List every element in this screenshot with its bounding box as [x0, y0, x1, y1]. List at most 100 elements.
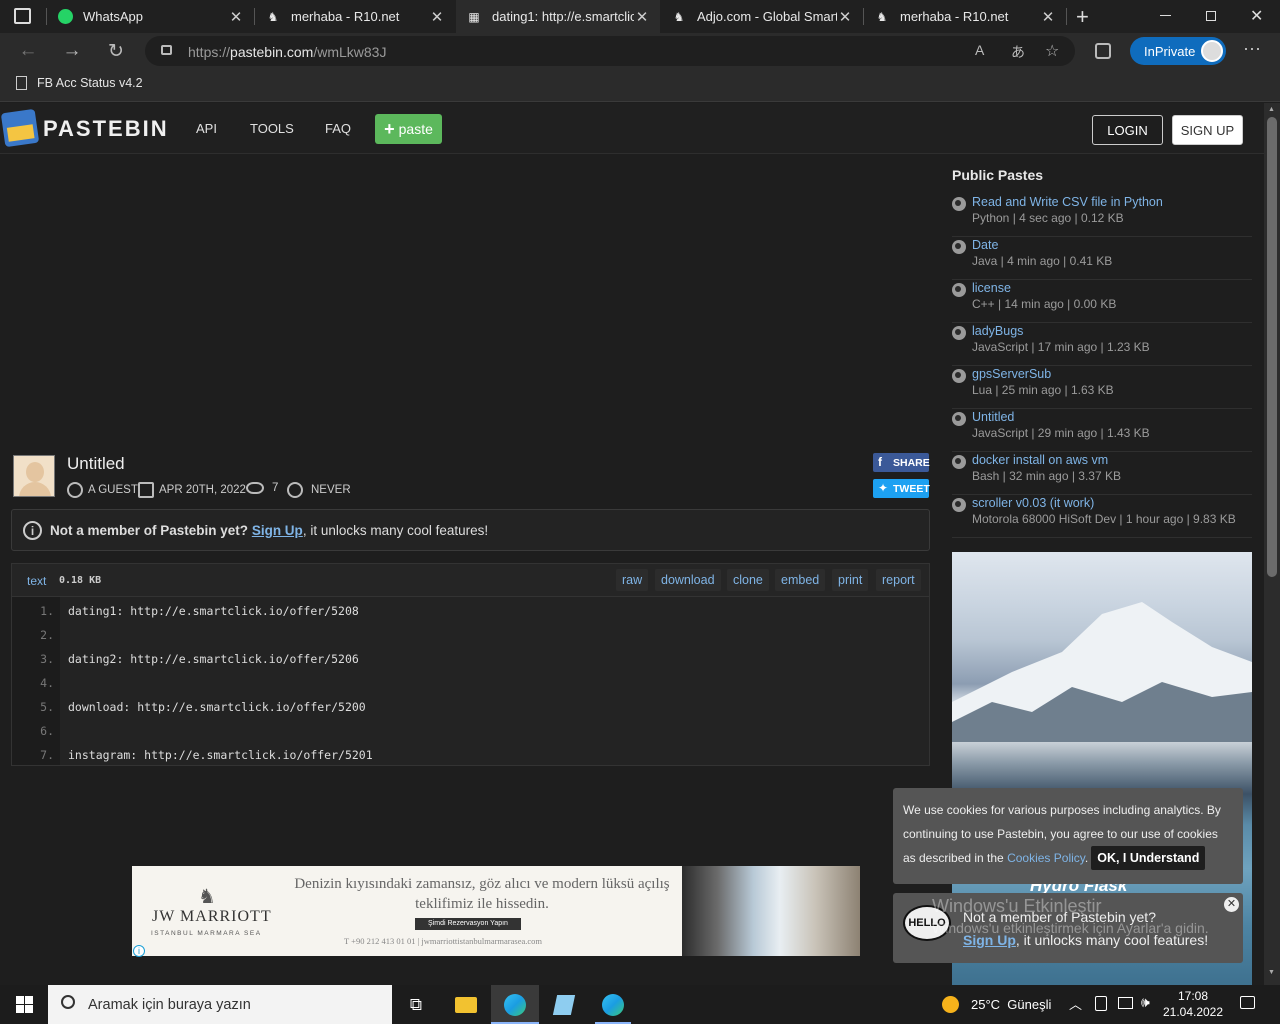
read-aloud-icon[interactable]: A — [975, 42, 984, 58]
public-paste-item[interactable]: Date Java | 4 min ago | 0.41 KB — [952, 237, 1252, 280]
download-button[interactable]: download — [655, 569, 721, 591]
code-line: 2. — [12, 623, 929, 647]
report-button[interactable]: report — [876, 569, 921, 591]
refresh-icon[interactable]: ↻ — [102, 37, 130, 65]
line-text[interactable]: dating2: http://e.smartclick.io/offer/52… — [68, 652, 359, 666]
notepad-icon[interactable] — [550, 991, 578, 1019]
favorite-icon[interactable]: ☆ — [1045, 41, 1059, 61]
line-number: 2. — [40, 628, 54, 642]
inprivate-button[interactable]: InPrivate — [1130, 37, 1226, 65]
code-line: 1. dating1: http://e.smartclick.io/offer/… — [12, 599, 929, 623]
close-icon[interactable]: ✕ — [837, 8, 853, 26]
new-tab-icon[interactable]: + — [1076, 4, 1089, 30]
tab-r10-2[interactable]: ♞ merhaba - R10.net ✕ — [864, 0, 1066, 33]
weather-widget[interactable]: 25°C Güneşli — [942, 996, 1051, 1013]
close-icon[interactable]: ✕ — [634, 8, 650, 26]
public-paste-title[interactable]: docker install on aws vm — [972, 453, 1108, 467]
public-paste-item[interactable]: Untitled JavaScript | 29 min ago | 1.43 K… — [952, 409, 1252, 452]
translate-icon[interactable]: あ — [1011, 42, 1025, 62]
public-paste-title[interactable]: Date — [972, 238, 998, 252]
back-icon[interactable]: ← — [14, 37, 42, 65]
task-view-icon[interactable]: ⧉ — [402, 991, 430, 1019]
print-button[interactable]: print — [832, 569, 869, 591]
windows-start-icon[interactable] — [16, 996, 33, 1013]
close-icon[interactable]: ✕ — [1224, 897, 1239, 912]
scrollbar-thumb[interactable] — [1267, 117, 1277, 577]
facebook-icon: f — [878, 455, 882, 469]
globe-icon — [952, 412, 966, 426]
tab-r10[interactable]: ♞ merhaba - R10.net ✕ — [255, 0, 455, 33]
paste-title: Untitled — [67, 454, 125, 473]
site-header: PASTEBIN API TOOLS FAQ + paste LOGIN SIG… — [0, 103, 1264, 154]
public-paste-item[interactable]: gpsServerSub Lua | 25 min ago | 1.63 KB — [952, 366, 1252, 409]
paste-author[interactable]: A GUEST — [67, 482, 138, 498]
restore-icon[interactable] — [1206, 11, 1216, 21]
code-line: 5. download: http://e.smartclick.io/offer… — [12, 695, 929, 719]
line-number: 7. — [40, 748, 54, 762]
pastebin-logo-icon[interactable] — [0, 108, 40, 148]
syntax-link[interactable]: text — [27, 574, 46, 588]
page-scrollbar[interactable]: ▲ ▼ — [1264, 103, 1280, 985]
line-text[interactable]: download: http://e.smartclick.io/offer/5… — [68, 700, 366, 714]
notification-icon[interactable] — [1240, 996, 1255, 1009]
device-icon[interactable] — [1095, 996, 1107, 1011]
minimize-icon[interactable] — [1160, 15, 1171, 16]
raw-button[interactable]: raw — [616, 569, 649, 591]
collections-icon[interactable] — [1095, 43, 1111, 59]
public-paste-title[interactable]: Untitled — [972, 410, 1014, 424]
signup-link[interactable]: Sign Up — [252, 523, 303, 538]
public-paste-item[interactable]: Read and Write CSV file in Python Python … — [952, 194, 1252, 237]
marriott-logo-icon: ♞ — [198, 886, 216, 908]
public-paste-item[interactable]: scroller v0.03 (it work) Motorola 68000 H… — [952, 495, 1252, 538]
close-icon[interactable]: ✕ — [228, 8, 244, 26]
volume-icon[interactable]: 🕪 — [1141, 994, 1150, 1011]
public-paste-title[interactable]: scroller v0.03 (it work) — [972, 496, 1094, 510]
adchoices-icon[interactable]: i — [133, 945, 145, 957]
taskbar-search-field[interactable]: Aramak için buraya yazın — [48, 985, 392, 1024]
more-icon[interactable]: ··· — [1243, 38, 1261, 59]
close-window-icon[interactable]: ✕ — [1250, 6, 1263, 26]
cookies-policy-link[interactable]: Cookies Policy — [1007, 851, 1085, 865]
tab-adjo[interactable]: ♞ Adjo.com - Global Smartli ✕ — [661, 0, 863, 33]
public-paste-title[interactable]: license — [972, 281, 1011, 295]
file-explorer-icon[interactable] — [452, 991, 480, 1019]
bottom-ad-banner[interactable]: ♞ JW MARRIOTT ISTANBUL MARMARA SEA Deniz… — [132, 866, 860, 956]
line-text[interactable]: instagram: http://e.smartclick.io/offer/… — [68, 748, 373, 762]
nav-faq[interactable]: FAQ — [325, 121, 351, 136]
close-icon[interactable]: ✕ — [429, 8, 445, 26]
chevron-up-icon[interactable]: ︿ — [1069, 994, 1082, 1013]
public-paste-title[interactable]: ladyBugs — [972, 324, 1023, 338]
tab-actions-icon[interactable] — [14, 8, 31, 24]
cookie-ok-button[interactable]: OK, I Understand — [1091, 846, 1206, 870]
public-paste-title[interactable]: Read and Write CSV file in Python — [972, 195, 1163, 209]
new-paste-button[interactable]: + paste — [375, 114, 442, 144]
bookmark-item[interactable]: FB Acc Status v4.2 — [16, 76, 143, 90]
lock-icon[interactable] — [161, 45, 172, 55]
facebook-share-button[interactable]: f SHARE — [873, 453, 930, 472]
public-paste-title[interactable]: gpsServerSub — [972, 367, 1051, 381]
info-icon: i — [23, 521, 42, 540]
url-field[interactable]: https://pastebin.com/wmLkw83J A あ ☆ — [145, 36, 1075, 66]
clone-button[interactable]: clone — [727, 569, 769, 591]
close-icon[interactable]: ✕ — [1040, 8, 1056, 26]
signup-button[interactable]: SIGN UP — [1172, 115, 1243, 145]
tab-whatsapp[interactable]: WhatsApp ✕ — [47, 0, 254, 33]
site-logo[interactable]: PASTEBIN — [43, 116, 169, 142]
clock[interactable]: 17:08 21.04.2022 — [1158, 988, 1228, 1020]
nav-tools[interactable]: TOOLS — [250, 121, 294, 136]
public-paste-item[interactable]: docker install on aws vm Bash | 32 min ag… — [952, 452, 1252, 495]
tab-pastebin[interactable]: ▦ dating1: http://e.smartclick ✕ — [456, 0, 660, 33]
network-icon[interactable] — [1118, 997, 1133, 1009]
forward-icon[interactable]: → — [58, 37, 86, 65]
login-button[interactable]: LOGIN — [1092, 115, 1163, 145]
nav-api[interactable]: API — [196, 121, 217, 136]
embed-button[interactable]: embed — [775, 569, 826, 591]
edge-dev-icon[interactable] — [599, 991, 627, 1019]
line-text[interactable]: dating1: http://e.smartclick.io/offer/52… — [68, 604, 359, 618]
edge-icon[interactable] — [501, 991, 529, 1019]
public-paste-item[interactable]: ladyBugs JavaScript | 17 min ago | 1.23 K… — [952, 323, 1252, 366]
public-paste-item[interactable]: license C++ | 14 min ago | 0.00 KB — [952, 280, 1252, 323]
paste-date: APR 20TH, 2022 — [138, 482, 246, 498]
twitter-tweet-button[interactable]: ✦ TWEET — [873, 479, 930, 498]
ad-reserve-button[interactable]: Şimdi Rezervasyon Yapın — [415, 918, 521, 930]
